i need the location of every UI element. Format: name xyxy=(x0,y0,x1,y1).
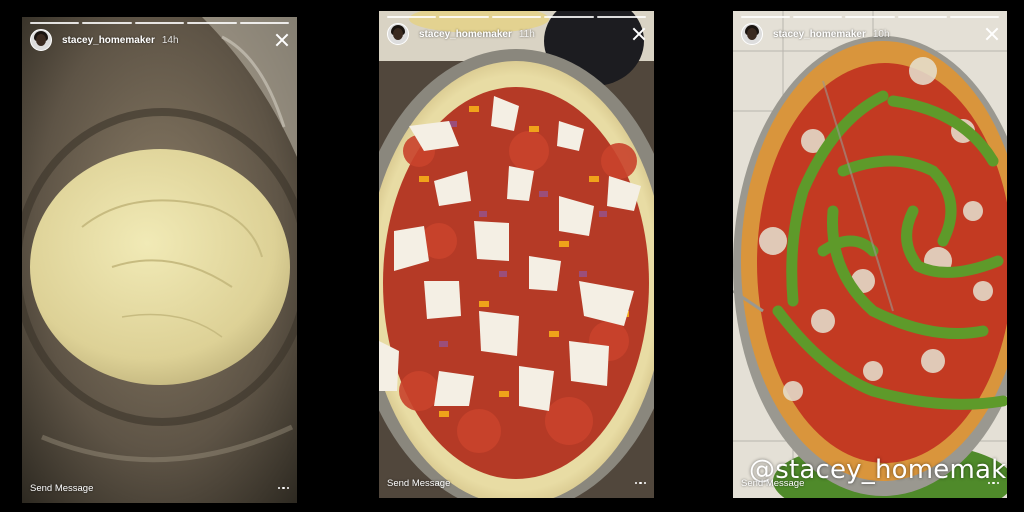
avatar[interactable] xyxy=(741,23,763,45)
post-time: 10h xyxy=(872,28,890,40)
send-message-button[interactable]: Send Message xyxy=(30,483,93,494)
avatar[interactable] xyxy=(387,23,409,45)
story-footer: Send Message xyxy=(741,476,999,490)
raw-pizza-photo xyxy=(379,11,654,498)
username[interactable]: stacey_homemaker xyxy=(62,35,155,46)
story-footer: Send Message xyxy=(30,481,289,495)
story-header: stacey_homemaker 14h xyxy=(30,29,289,51)
baked-pizza-photo xyxy=(733,11,1007,498)
username[interactable]: stacey_homemaker xyxy=(773,29,866,40)
story-header: stacey_homemaker 11h xyxy=(387,23,646,45)
story-card-raw-pizza[interactable]: stacey_homemaker 11h Send Message xyxy=(379,11,654,498)
story-progress-bar xyxy=(387,16,647,18)
avatar[interactable] xyxy=(30,29,52,51)
more-options-icon[interactable] xyxy=(987,481,999,485)
username[interactable]: stacey_homemaker xyxy=(419,29,512,40)
story-footer: Send Message xyxy=(387,476,646,490)
send-message-button[interactable]: Send Message xyxy=(741,478,804,489)
post-time: 14h xyxy=(161,34,179,46)
story-card-dough[interactable]: stacey_homemaker 14h Send Message xyxy=(22,17,297,503)
send-message-button[interactable]: Send Message xyxy=(387,478,450,489)
story-card-baked-pizza[interactable]: stacey_homemaker 10h @stacey_homemaker S… xyxy=(733,11,1007,498)
post-time: 11h xyxy=(518,28,535,40)
more-options-icon[interactable] xyxy=(277,486,289,490)
close-icon[interactable] xyxy=(632,27,646,41)
story-header: stacey_homemaker 10h xyxy=(741,23,999,45)
close-icon[interactable] xyxy=(985,27,999,41)
dough-photo xyxy=(22,17,297,503)
close-icon[interactable] xyxy=(275,33,289,47)
story-progress-bar xyxy=(30,22,290,24)
story-progress-bar xyxy=(741,16,1000,18)
more-options-icon[interactable] xyxy=(634,481,646,485)
